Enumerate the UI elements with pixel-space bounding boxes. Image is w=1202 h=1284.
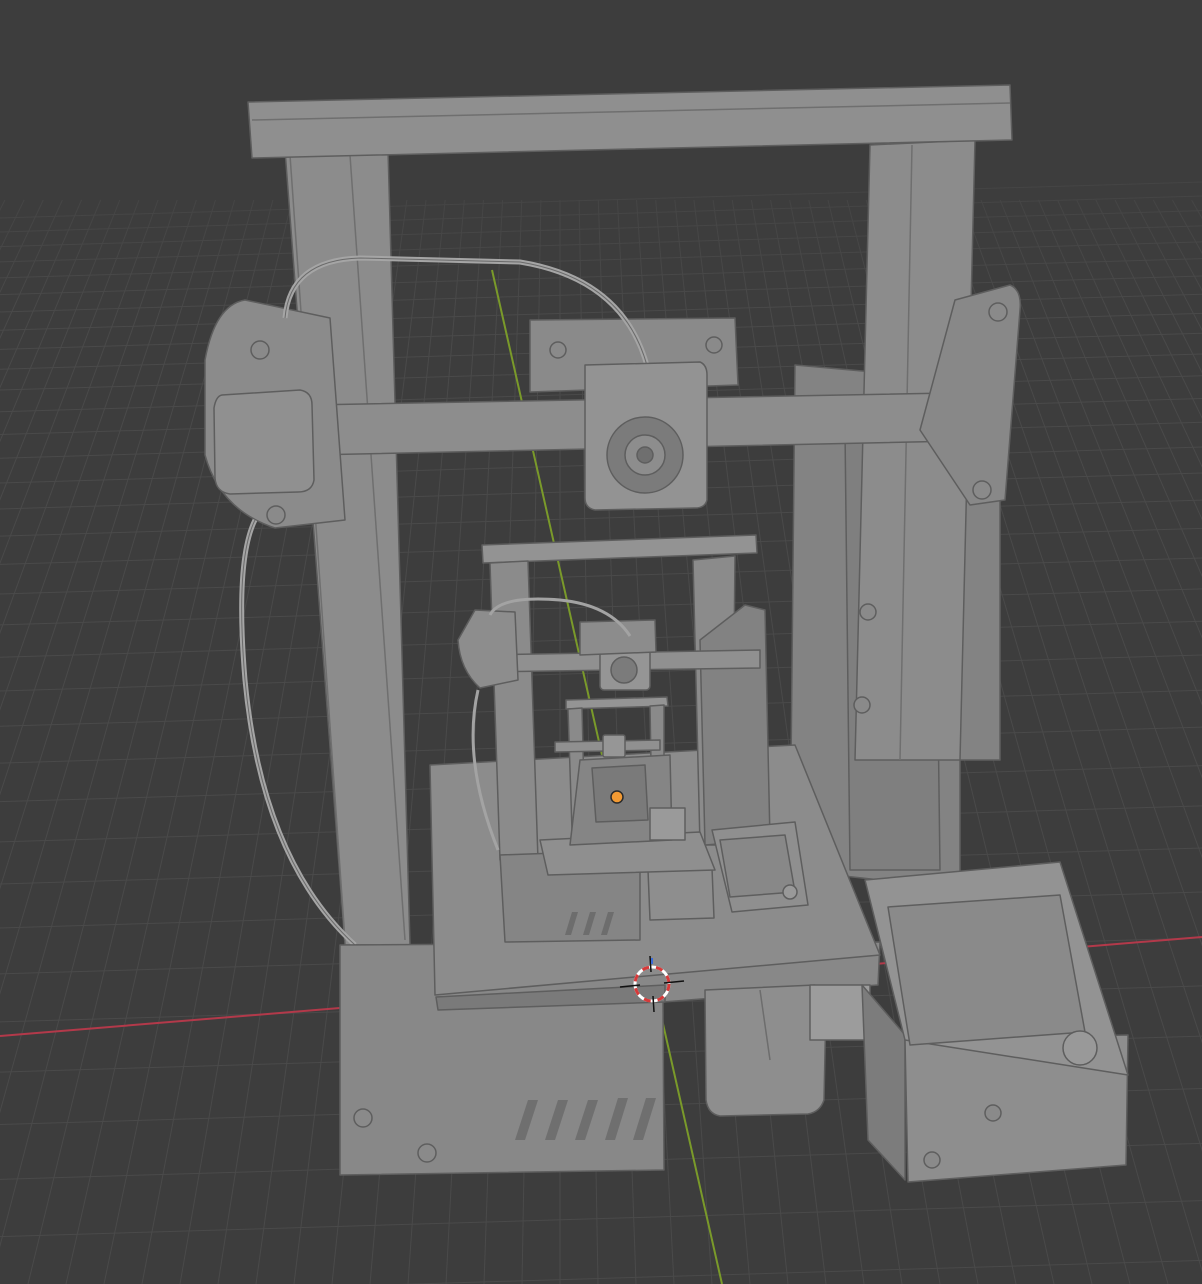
- frame-screw: [853, 696, 871, 714]
- control-knob[interactable]: [1062, 1030, 1098, 1066]
- 3d-viewport[interactable]: [0, 0, 1202, 1284]
- nested-y-carriage: [647, 867, 715, 921]
- carriage-screw: [705, 336, 723, 354]
- frame-screw: [859, 603, 877, 621]
- tiny-control-box: [649, 807, 686, 841]
- x-motor-block: [213, 389, 315, 495]
- tiny-hotend: [602, 734, 626, 758]
- base-screw: [353, 1108, 373, 1128]
- nested-carriage: [579, 619, 657, 656]
- lcd-screen-frame: [887, 894, 1086, 1046]
- control-box-screw: [923, 1151, 941, 1169]
- object-origin-icon[interactable]: [610, 790, 624, 804]
- base-screw: [417, 1143, 437, 1163]
- hotend-fan-center: [636, 446, 654, 464]
- nested-knob: [782, 884, 798, 900]
- motor-mount-screw: [250, 340, 270, 360]
- carriage-screw: [549, 341, 567, 359]
- y-carriage: [704, 984, 827, 1117]
- tensioner-screw: [988, 302, 1008, 322]
- motor-mount-screw: [266, 505, 286, 525]
- y-motor-fins: [809, 984, 871, 1041]
- nested-right-panel: [699, 604, 771, 846]
- nested-fan: [610, 656, 638, 684]
- control-box-screw: [984, 1104, 1002, 1122]
- tensioner-screw: [972, 480, 992, 500]
